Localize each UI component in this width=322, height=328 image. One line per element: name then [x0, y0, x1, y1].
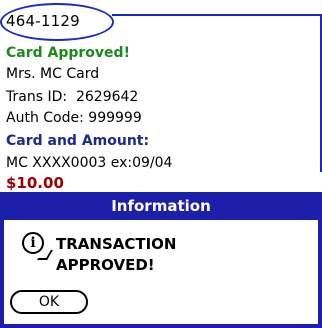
- trans-id-row: Trans ID: 2629642: [6, 89, 138, 105]
- dialog-message: TRANSACTION APPROVED!: [56, 234, 176, 276]
- auth-code-row: Auth Code: 999999: [6, 110, 142, 126]
- cardholder-name: Mrs. MC Card: [6, 66, 100, 82]
- dialog-message-line2: APPROVED!: [56, 256, 155, 274]
- ok-button[interactable]: OK: [10, 290, 88, 314]
- dialog-border-right: [318, 220, 322, 328]
- approval-status: Card Approved!: [6, 45, 130, 61]
- auth-code-label: Auth Code:: [6, 110, 84, 126]
- dialog-border-bottom: [0, 324, 322, 328]
- trans-id-value: 2629642: [75, 89, 139, 105]
- trans-id-label: Trans ID:: [6, 89, 68, 105]
- amount: $10.00: [6, 174, 64, 192]
- information-dialog: Information i TRANSACTION APPROVED! OK: [0, 192, 322, 328]
- card-and-amount-heading: Card and Amount:: [6, 133, 150, 149]
- auth-code-value: 999999: [88, 110, 142, 126]
- dialog-message-line1: TRANSACTION: [56, 235, 177, 253]
- info-icon: i: [22, 232, 44, 254]
- dialog-title: Information: [0, 192, 322, 220]
- phone-number: 464-1129: [6, 12, 80, 30]
- header-rule: [112, 14, 322, 16]
- card-masked: MC XXXX0003 ex:09/04: [6, 155, 173, 171]
- screen: 464-1129 Card Approved! Mrs. MC Card Tra…: [0, 0, 322, 328]
- dialog-border-left: [0, 220, 4, 328]
